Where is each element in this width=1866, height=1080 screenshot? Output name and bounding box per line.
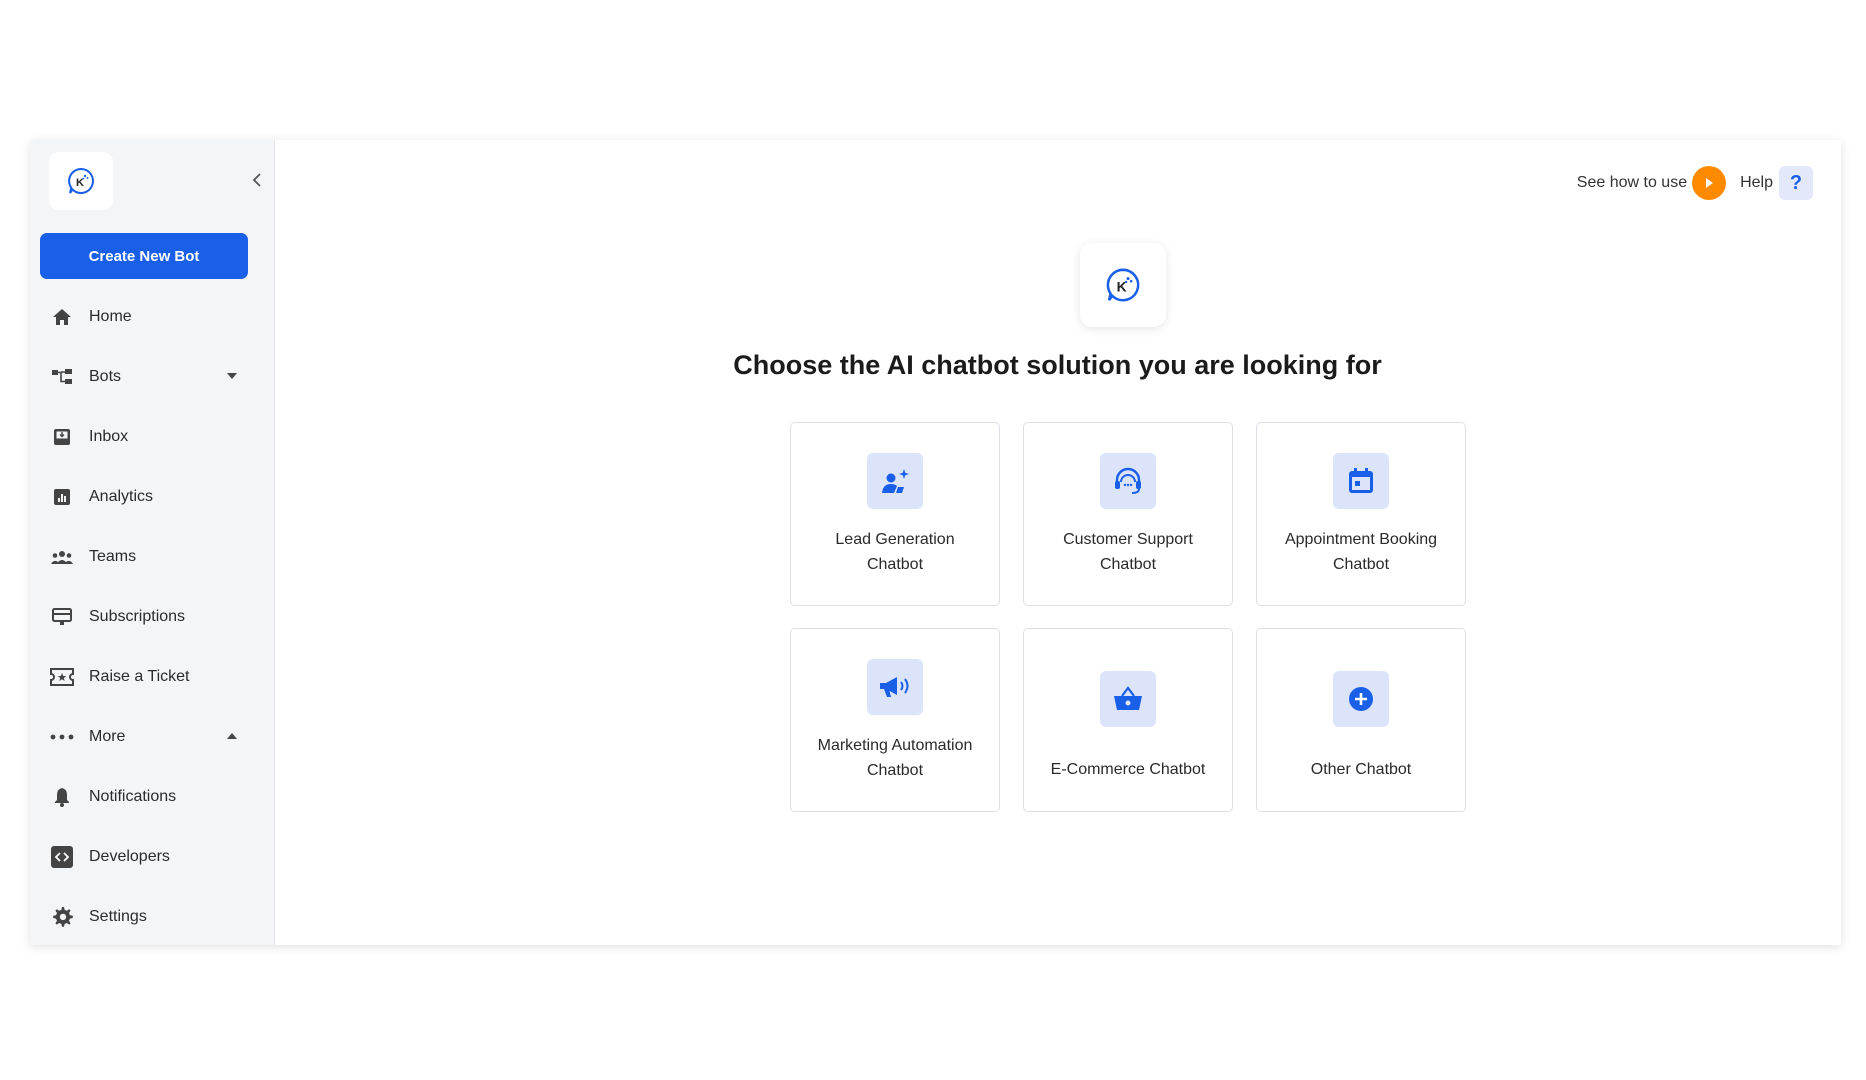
card-label: Appointment Booking Chatbot bbox=[1284, 531, 1438, 573]
see-how-to-use-link[interactable]: See how to use bbox=[1577, 174, 1687, 192]
card-label: Lead Generation Chatbot bbox=[835, 531, 955, 573]
customer-support-card[interactable]: Customer Support Chatbot bbox=[1023, 422, 1233, 606]
sidebar-item-label: Developers bbox=[89, 848, 170, 865]
more-icon bbox=[50, 725, 74, 749]
collapse-sidebar-button[interactable] bbox=[249, 170, 265, 190]
home-icon bbox=[50, 305, 74, 329]
card-label: E-Commerce Chatbot bbox=[1050, 761, 1206, 778]
sidebar-item-label: Subscriptions bbox=[89, 608, 186, 625]
sidebar-item-inbox[interactable]: Inbox bbox=[30, 407, 275, 467]
create-new-bot-button[interactable]: Create New Bot bbox=[40, 233, 248, 279]
lead-generation-card[interactable]: Lead Generation Chatbot bbox=[790, 422, 1000, 606]
sidebar-item-developers[interactable]: Developers bbox=[30, 827, 275, 887]
sidebar-item-raise-ticket[interactable]: Raise a Ticket bbox=[30, 647, 275, 707]
other-chatbot-card[interactable]: Other Chatbot bbox=[1256, 628, 1466, 812]
main-content: See how to use Help ? K Choose the AI ch… bbox=[275, 140, 1841, 945]
sidebar-item-label: Raise a Ticket bbox=[89, 668, 190, 685]
help-button[interactable]: ? bbox=[1779, 166, 1813, 200]
card-label: Marketing Automation Chatbot bbox=[817, 737, 973, 779]
ecommerce-card[interactable]: E-Commerce Chatbot bbox=[1023, 628, 1233, 812]
marketing-automation-card[interactable]: Marketing Automation Chatbot bbox=[790, 628, 1000, 812]
sidebar-item-label: Settings bbox=[89, 908, 147, 925]
megaphone-icon bbox=[867, 659, 923, 715]
app-logo[interactable]: K bbox=[49, 152, 113, 210]
subscriptions-icon bbox=[50, 605, 74, 629]
sidebar-item-teams[interactable]: Teams bbox=[30, 527, 275, 587]
sidebar-item-label: Home bbox=[89, 308, 132, 325]
analytics-icon bbox=[50, 485, 74, 509]
sidebar-item-notifications[interactable]: Notifications bbox=[30, 767, 275, 827]
card-label: Customer Support Chatbot bbox=[1063, 531, 1193, 573]
app-window: K Create New Bot Home Bots Inbox Analyti… bbox=[30, 140, 1841, 945]
sidebar-item-label: Analytics bbox=[89, 488, 154, 505]
bell-icon bbox=[50, 785, 74, 809]
chevron-up-icon[interactable] bbox=[227, 733, 237, 739]
svg-text:K: K bbox=[1117, 278, 1127, 294]
chatbot-options-grid: Lead Generation Chatbot Customer Support C… bbox=[790, 422, 1466, 812]
plus-circle-icon bbox=[1333, 671, 1389, 727]
chat-logo-icon: K bbox=[68, 167, 94, 194]
topbar: See how to use Help ? bbox=[1577, 166, 1813, 200]
sidebar-item-label: Inbox bbox=[89, 428, 129, 445]
sidebar-item-home[interactable]: Home bbox=[30, 287, 275, 347]
chat-logo-icon: K bbox=[1106, 268, 1140, 302]
page-title: Choose the AI chatbot solution you are l… bbox=[733, 350, 1382, 380]
card-label: Other Chatbot bbox=[1310, 761, 1412, 778]
customer-support-icon bbox=[1100, 453, 1156, 509]
teams-icon bbox=[50, 545, 74, 569]
sidebar-nav: Home Bots Inbox Analytics Teams Subscrip… bbox=[30, 287, 275, 947]
sidebar-item-analytics[interactable]: Analytics bbox=[30, 467, 275, 527]
bots-icon bbox=[50, 365, 74, 389]
sidebar-item-label: Notifications bbox=[89, 788, 177, 805]
sidebar-item-label: More bbox=[89, 728, 126, 745]
chevron-down-icon[interactable] bbox=[227, 373, 237, 379]
basket-icon bbox=[1100, 671, 1156, 727]
chevron-left-icon bbox=[252, 173, 261, 187]
hero-logo: K bbox=[1080, 243, 1166, 327]
sidebar-item-label: Teams bbox=[89, 548, 137, 565]
play-icon bbox=[1706, 178, 1714, 188]
sidebar-item-settings[interactable]: Settings bbox=[30, 887, 275, 947]
gear-icon bbox=[50, 905, 74, 929]
lead-generation-icon bbox=[867, 453, 923, 509]
inbox-icon bbox=[50, 425, 74, 449]
appointment-booking-card[interactable]: Appointment Booking Chatbot bbox=[1256, 422, 1466, 606]
sidebar-item-bots[interactable]: Bots bbox=[30, 347, 275, 407]
calendar-icon bbox=[1333, 453, 1389, 509]
play-video-button[interactable] bbox=[1692, 166, 1727, 200]
code-icon bbox=[50, 845, 74, 869]
sidebar: K Create New Bot Home Bots Inbox Analyti… bbox=[30, 140, 275, 945]
sidebar-item-subscriptions[interactable]: Subscriptions bbox=[30, 587, 275, 647]
sidebar-item-label: Bots bbox=[89, 368, 122, 385]
sidebar-item-more[interactable]: More bbox=[30, 707, 275, 767]
help-link[interactable]: Help bbox=[1740, 174, 1773, 192]
ticket-icon bbox=[50, 665, 74, 689]
